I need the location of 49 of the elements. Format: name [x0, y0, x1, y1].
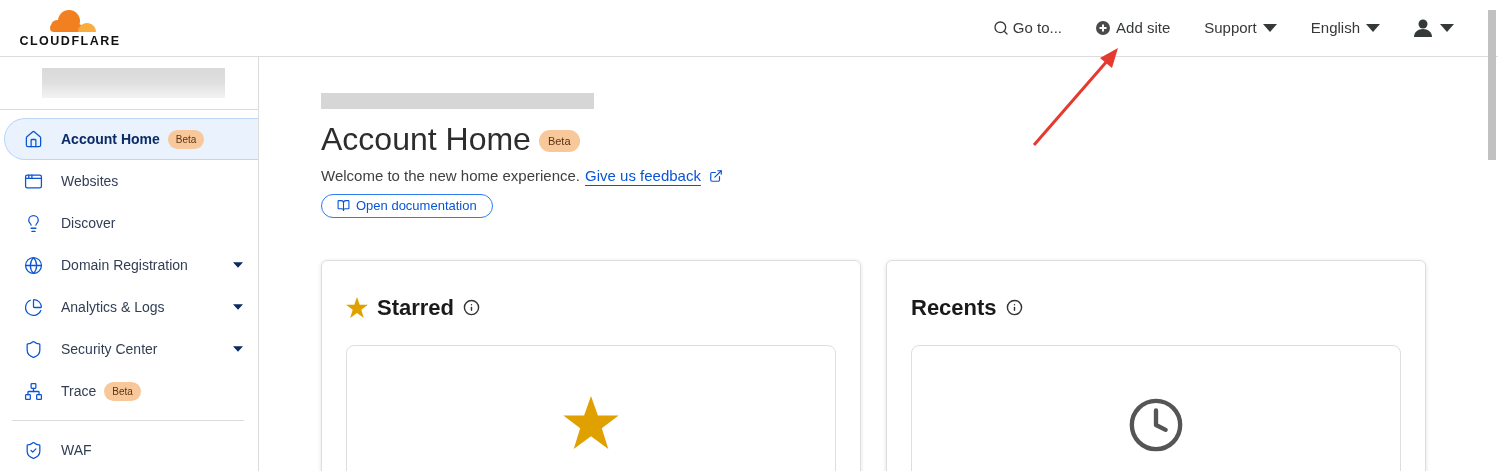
plus-circle-icon: [1096, 21, 1111, 35]
user-icon: [1414, 19, 1432, 37]
sidebar-label: WAF: [61, 440, 92, 460]
info-icon[interactable]: [463, 298, 481, 316]
add-site-button[interactable]: Add site: [1096, 16, 1171, 40]
sitemap-icon: [24, 381, 43, 401]
sidebar-label: Websites: [61, 171, 119, 191]
sidebar-item[interactable]: WAF: [4, 429, 258, 471]
sidebar-label: Account Home: [61, 129, 160, 149]
sidebar-label: Trace: [61, 381, 97, 401]
beta-tag: Beta: [538, 129, 580, 153]
sidebar-item[interactable]: Domain Registration: [4, 244, 258, 286]
sidebar-label: Analytics & Logs: [61, 297, 165, 317]
page-title: Account Home: [321, 120, 531, 159]
sidebar-label: Security Center: [61, 339, 158, 359]
sidebar-label: Discover: [61, 213, 116, 233]
card-title: Recents: [911, 293, 997, 322]
caret-icon: [1262, 24, 1277, 32]
logo-wordmark: CLOUDFLARE: [19, 35, 121, 48]
feedback-link[interactable]: Give us feedback: [585, 165, 701, 188]
safe-icon: [24, 339, 43, 359]
globe-icon: [24, 255, 43, 275]
house-icon: [24, 129, 43, 149]
book-icon: [337, 199, 350, 212]
star-icon: [563, 395, 619, 449]
card-title: Starred: [377, 293, 455, 322]
welcome-text: Welcome to the new home experience.: [321, 166, 581, 186]
beta-tag: Beta: [104, 381, 141, 401]
sidebar-item[interactable]: Account Home Beta: [4, 118, 258, 160]
sidebar-item[interactable]: Analytics & Logs: [4, 286, 258, 328]
menu-dropdown[interactable]: English: [1310, 16, 1380, 40]
external-link-icon: [708, 169, 723, 184]
go-to-button[interactable]: Go to...: [992, 16, 1063, 40]
caret-icon: [1366, 24, 1380, 32]
shield-gear-icon: [24, 440, 43, 460]
beta-tag: Beta: [167, 129, 205, 149]
sidebar-item[interactable]: Trace Beta: [4, 370, 258, 412]
caret-icon: [1440, 24, 1454, 32]
star-icon: [346, 296, 368, 318]
sidebar-item[interactable]: Security Center: [4, 328, 258, 370]
menu-dropdown[interactable]: Support: [1204, 16, 1277, 40]
cloudflare-logo[interactable]: CLOUDFLARE: [16, 8, 124, 48]
search-icon: [992, 20, 1009, 36]
sidebar-item[interactable]: Websites: [4, 160, 258, 202]
pie-chart-icon: [24, 297, 43, 317]
sidebar-item[interactable]: Discover: [4, 202, 258, 244]
sidebar-label: Domain Registration: [61, 255, 188, 275]
user-menu-button[interactable]: [1414, 19, 1454, 37]
info-icon[interactable]: [1005, 298, 1023, 316]
